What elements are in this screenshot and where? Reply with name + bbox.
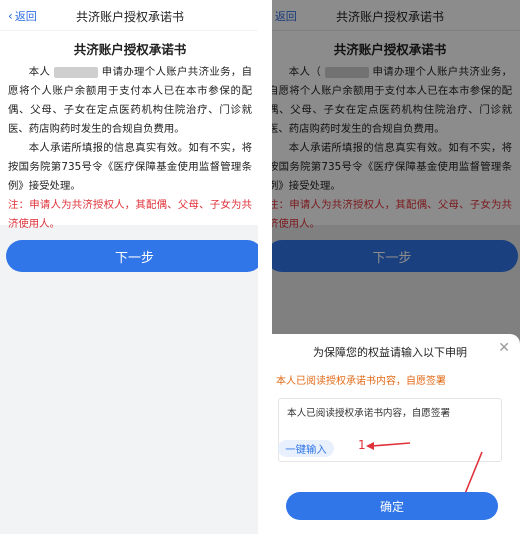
agreement-card: 共济账户授权承诺书 本人 申请办理个人账户共济业务，自愿将个人账户余额用于支付本…	[0, 31, 260, 230]
paragraph-1: 本人 申请办理个人账户共济业务，自愿将个人账户余额用于支付本人已在本市参保的配偶…	[8, 63, 252, 139]
document-heading: 共济账户授权承诺书	[73, 42, 187, 57]
right-screen: ‹ 返回 共济账户授权承诺书 共济账户授权承诺书 本人（ 申请办理个人账户共济业…	[260, 0, 520, 534]
nav-bar: ‹ 返回 共济账户授权承诺书	[0, 0, 260, 30]
screen-divider	[258, 0, 272, 534]
declaration-sheet: 为保障您的权益请输入以下申明 ✕ 本人已阅读授权承诺书内容，自愿签署 本人已阅读…	[260, 334, 520, 534]
next-step-button[interactable]: 下一步	[6, 240, 260, 272]
note-text: 注：申请人为共济授权人，其配偶、父母、子女为共济使用人。	[8, 199, 252, 230]
confirm-button[interactable]: 确定	[286, 492, 498, 520]
left-screen: ‹ 返回 共济账户授权承诺书 共济账户授权承诺书 本人 申请办理个人账户共济业务…	[0, 0, 260, 534]
para1-start: 本人	[28, 66, 51, 78]
paragraph-2: 本人承诺所填报的信息真实有效。如有不实，将按国务院第735号令《医疗保障基金使用…	[8, 142, 252, 192]
arrow-to-one-click-icon	[366, 442, 411, 450]
masked-name	[54, 66, 99, 78]
page-title: 共济账户授权承诺书	[75, 10, 184, 24]
